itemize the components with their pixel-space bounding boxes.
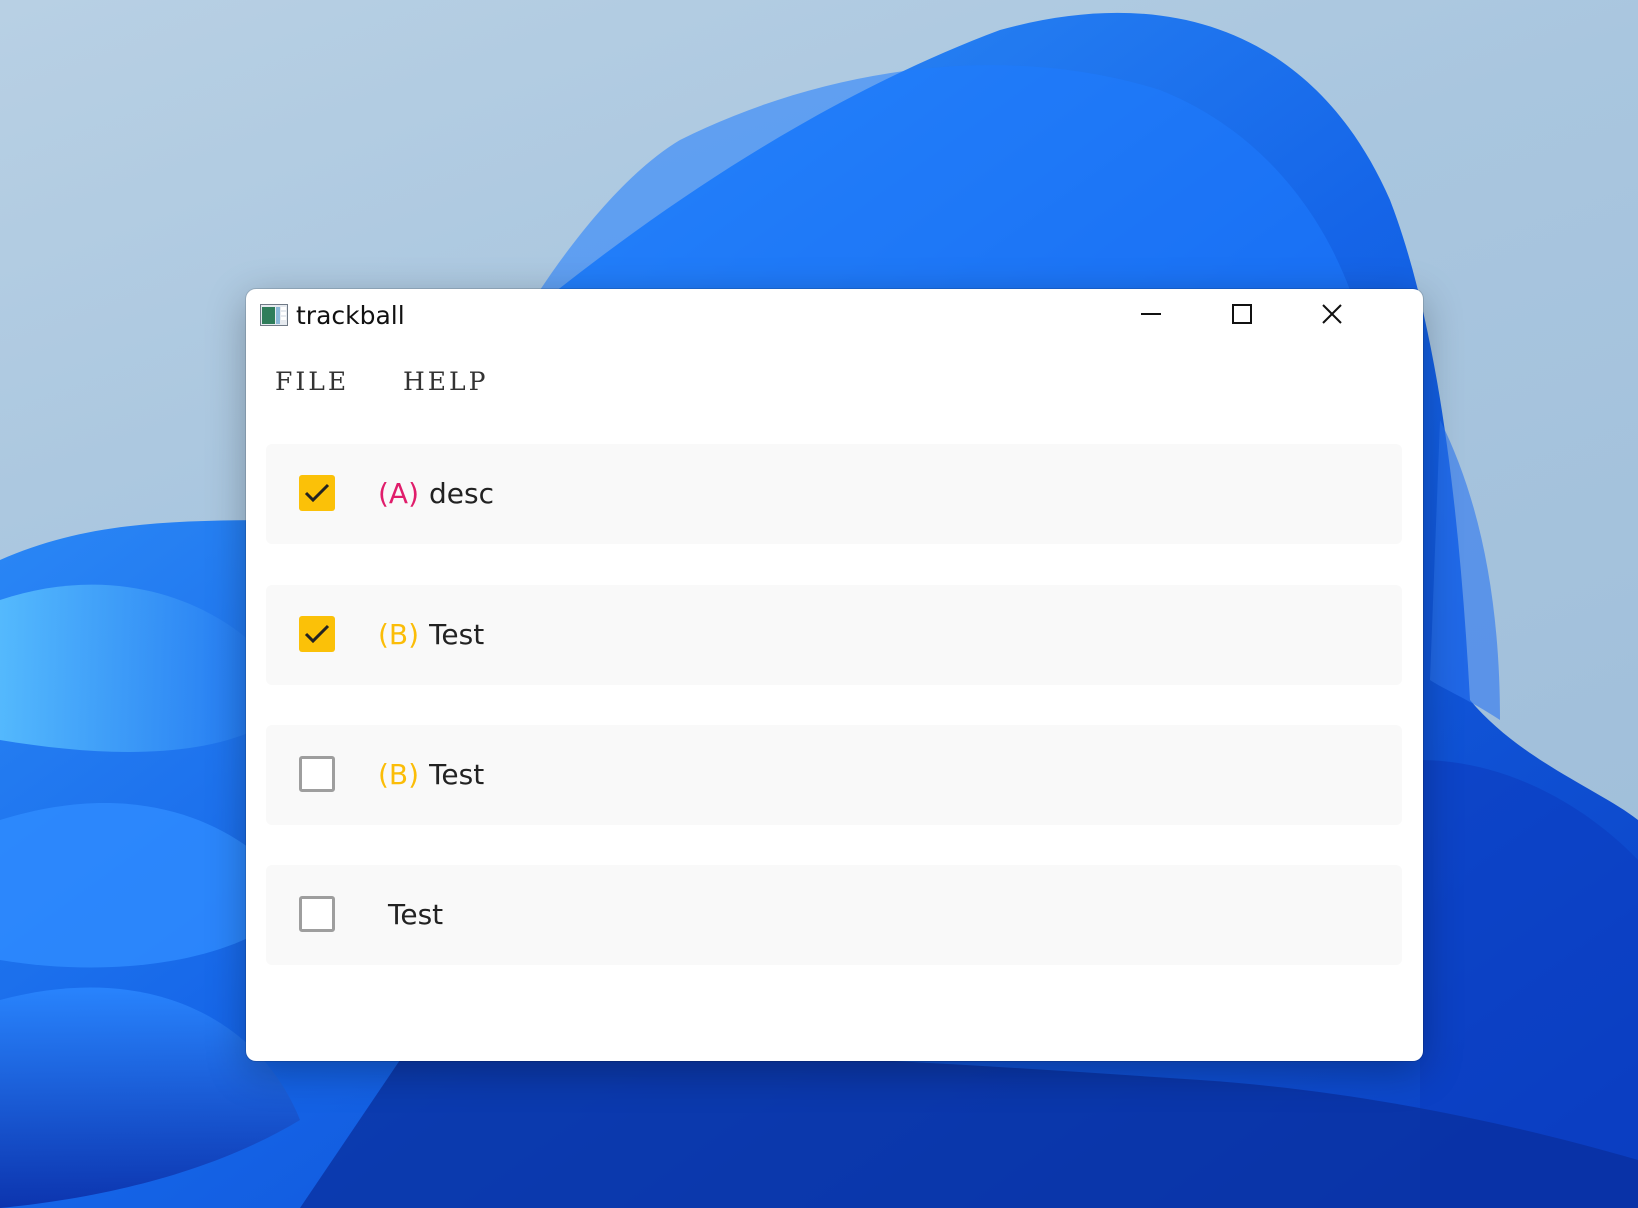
maximize-icon [1231, 303, 1253, 330]
checkmark-icon [304, 624, 330, 644]
window-title: trackball [296, 301, 405, 330]
task-text: Test [388, 898, 443, 931]
task-checkbox[interactable] [299, 896, 335, 932]
task-description: Test [429, 618, 485, 651]
checkmark-icon [304, 483, 330, 503]
task-checkbox[interactable] [299, 756, 335, 792]
task-text: (B) Test [378, 758, 484, 791]
task-text: (A) desc [378, 477, 494, 510]
title-bar[interactable]: trackball [246, 289, 1423, 343]
menu-bar: FILE HELP [246, 367, 1423, 411]
task-row[interactable]: (B) Test [266, 725, 1402, 825]
task-row[interactable]: (B) Test [266, 585, 1402, 685]
task-row[interactable]: (A) desc [266, 444, 1402, 544]
task-checkbox[interactable] [299, 616, 335, 652]
task-description: Test [429, 758, 485, 791]
task-checkbox[interactable] [299, 475, 335, 511]
task-description: Test [388, 898, 444, 931]
task-description: desc [429, 477, 494, 510]
app-window: trackball FILE HELP (A) desc (B) Test (B… [246, 289, 1423, 1061]
menu-help[interactable]: HELP [403, 367, 488, 396]
menu-file[interactable]: FILE [275, 367, 349, 396]
maximize-button[interactable] [1197, 289, 1287, 343]
minimize-button[interactable] [1106, 289, 1196, 343]
close-button[interactable] [1287, 289, 1377, 343]
task-row[interactable]: Test [266, 865, 1402, 965]
close-icon [1321, 303, 1343, 330]
minimize-icon [1140, 303, 1162, 330]
task-text: (B) Test [378, 618, 484, 651]
app-window-icon [260, 304, 288, 326]
task-priority: (B) [378, 618, 420, 651]
task-priority: (A) [378, 477, 420, 510]
task-priority: (B) [378, 758, 420, 791]
